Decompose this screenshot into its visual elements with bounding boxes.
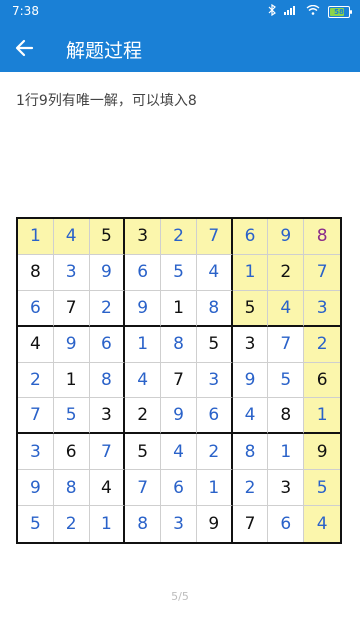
sudoku-cell-r5-c6[interactable]: 3 [196, 362, 233, 399]
sudoku-cell-r8-c4[interactable]: 7 [125, 470, 162, 507]
signal-icon [284, 5, 298, 18]
sudoku-cell-r6-c4[interactable]: 2 [125, 398, 162, 435]
sudoku-cell-r2-c5[interactable]: 5 [161, 254, 197, 291]
sudoku-cell-r7-c3[interactable]: 7 [89, 434, 126, 471]
sudoku-cell-r9-c7[interactable]: 7 [233, 506, 269, 542]
sudoku-cell-r1-c5[interactable]: 2 [161, 219, 197, 255]
sudoku-cell-r4-c7[interactable]: 3 [232, 326, 269, 363]
sudoku-cell-r6-c7[interactable]: 4 [232, 398, 269, 435]
sudoku-cell-r1-c9[interactable]: 8 [304, 219, 340, 255]
sudoku-cell-r9-c8[interactable]: 6 [268, 506, 305, 542]
sudoku-cell-r7-c8[interactable]: 1 [268, 434, 305, 471]
sudoku-cell-r1-c3[interactable]: 5 [89, 219, 126, 255]
sudoku-cell-r6-c2[interactable]: 5 [53, 398, 90, 435]
sudoku-cell-r2-c7[interactable]: 1 [232, 254, 269, 291]
status-bar: 7:38 58 [0, 0, 360, 24]
sudoku-cell-r7-c7[interactable]: 8 [232, 434, 269, 471]
sudoku-cell-r8-c8[interactable]: 3 [268, 470, 305, 507]
sudoku-cell-r4-c4[interactable]: 1 [125, 326, 162, 363]
sudoku-cell-r3-c2[interactable]: 7 [53, 290, 90, 327]
status-time: 7:38 [12, 4, 39, 18]
sudoku-cell-r6-c8[interactable]: 8 [268, 398, 305, 435]
sudoku-cell-r6-c3[interactable]: 3 [89, 398, 126, 435]
sudoku-cell-r3-c1[interactable]: 6 [18, 290, 54, 327]
sudoku-cell-r1-c1[interactable]: 1 [18, 219, 54, 255]
sudoku-cell-r1-c7[interactable]: 6 [232, 219, 269, 255]
sudoku-cell-r5-c3[interactable]: 8 [89, 362, 126, 399]
sudoku-cell-r4-c6[interactable]: 5 [196, 326, 233, 363]
sudoku-cell-r9-c1[interactable]: 5 [18, 506, 54, 542]
sudoku-cell-r5-c5[interactable]: 7 [161, 362, 197, 399]
sudoku-cell-r3-c5[interactable]: 1 [161, 290, 197, 327]
sudoku-cell-r3-c7[interactable]: 5 [232, 290, 269, 327]
sudoku-cell-r5-c9[interactable]: 6 [304, 362, 340, 399]
sudoku-cell-r8-c5[interactable]: 6 [161, 470, 197, 507]
status-icons: 58 [268, 3, 352, 19]
sudoku-cell-r8-c9[interactable]: 5 [304, 470, 340, 507]
sudoku-cell-r1-c8[interactable]: 9 [268, 219, 305, 255]
sudoku-cell-r2-c8[interactable]: 2 [268, 254, 305, 291]
back-button[interactable] [12, 36, 40, 60]
app-bar: 解题过程 [0, 24, 360, 72]
sudoku-cell-r7-c2[interactable]: 6 [53, 434, 90, 471]
sudoku-cell-r7-c4[interactable]: 5 [125, 434, 162, 471]
sudoku-cell-r8-c2[interactable]: 8 [53, 470, 90, 507]
sudoku-cell-r5-c2[interactable]: 1 [53, 362, 90, 399]
sudoku-cell-r6-c1[interactable]: 7 [18, 398, 54, 435]
sudoku-cell-r2-c3[interactable]: 9 [89, 254, 126, 291]
sudoku-cell-r9-c4[interactable]: 8 [125, 506, 162, 542]
sudoku-cell-r9-c6[interactable]: 9 [197, 506, 233, 542]
sudoku-cell-r3-c9[interactable]: 3 [304, 290, 340, 327]
sudoku-cell-r5-c4[interactable]: 4 [125, 362, 162, 399]
sudoku-cell-r7-c1[interactable]: 3 [18, 434, 54, 471]
sudoku-cell-r4-c3[interactable]: 6 [89, 326, 126, 363]
sudoku-cell-r7-c9[interactable]: 9 [304, 434, 340, 471]
sudoku-cell-r4-c2[interactable]: 9 [53, 326, 90, 363]
arrow-left-icon [15, 39, 34, 57]
sudoku-cell-r9-c5[interactable]: 3 [161, 506, 197, 542]
sudoku-cell-r5-c1[interactable]: 2 [18, 362, 54, 399]
solution-hint: 1行9列有唯一解，可以填入8 [16, 93, 197, 109]
sudoku-cell-r4-c8[interactable]: 7 [268, 326, 305, 363]
sudoku-cell-r2-c2[interactable]: 3 [53, 254, 90, 291]
sudoku-cell-r3-c6[interactable]: 8 [196, 290, 233, 327]
sudoku-cell-r3-c3[interactable]: 2 [89, 290, 126, 327]
sudoku-cell-r8-c6[interactable]: 1 [196, 470, 233, 507]
sudoku-cell-r1-c4[interactable]: 3 [125, 219, 162, 255]
sudoku-cell-r5-c8[interactable]: 5 [268, 362, 305, 399]
sudoku-cell-r6-c5[interactable]: 9 [161, 398, 197, 435]
sudoku-cell-r8-c1[interactable]: 9 [18, 470, 54, 507]
battery-level: 58 [334, 7, 344, 16]
sudoku-cell-r7-c6[interactable]: 2 [196, 434, 233, 471]
bluetooth-icon [268, 3, 276, 19]
sudoku-cell-r4-c1[interactable]: 4 [18, 326, 54, 363]
sudoku-cell-r9-c2[interactable]: 2 [54, 506, 90, 542]
sudoku-cell-r4-c5[interactable]: 8 [161, 326, 197, 363]
sudoku-grid: 1453276988396541276729185434961853722184… [16, 217, 342, 544]
sudoku-cell-r3-c4[interactable]: 9 [125, 290, 162, 327]
sudoku-cell-r1-c6[interactable]: 7 [196, 219, 233, 255]
sudoku-cell-r8-c7[interactable]: 2 [232, 470, 269, 507]
sudoku-cell-r2-c9[interactable]: 7 [304, 254, 340, 291]
sudoku-cell-r2-c4[interactable]: 6 [125, 254, 162, 291]
sudoku-cell-r8-c3[interactable]: 4 [89, 470, 126, 507]
sudoku-cell-r5-c7[interactable]: 9 [232, 362, 269, 399]
wifi-icon [306, 4, 320, 18]
battery-icon: 58 [328, 5, 352, 18]
sudoku-cell-r9-c3[interactable]: 1 [90, 506, 126, 542]
sudoku-cell-r6-c9[interactable]: 1 [304, 398, 340, 435]
sudoku-cell-r4-c9[interactable]: 2 [304, 326, 340, 363]
page-indicator: 5/5 [171, 590, 189, 603]
sudoku-cell-r2-c1[interactable]: 8 [18, 254, 54, 291]
sudoku-cell-r2-c6[interactable]: 4 [196, 254, 233, 291]
sudoku-cell-r1-c2[interactable]: 4 [53, 219, 90, 255]
sudoku-cell-r9-c9[interactable]: 4 [304, 506, 340, 542]
page-title: 解题过程 [66, 40, 143, 62]
sudoku-cell-r3-c8[interactable]: 4 [268, 290, 305, 327]
sudoku-cell-r7-c5[interactable]: 4 [161, 434, 197, 471]
sudoku-cell-r6-c6[interactable]: 6 [196, 398, 233, 435]
